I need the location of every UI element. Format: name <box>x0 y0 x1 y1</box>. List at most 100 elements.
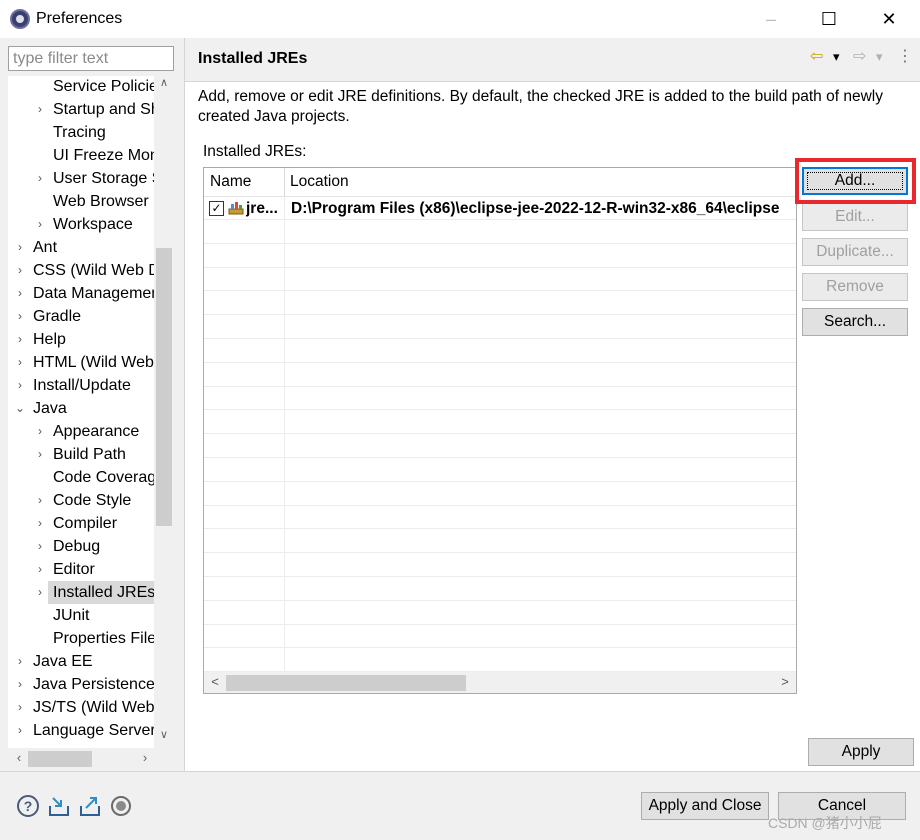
tree-item[interactable]: Tracing <box>48 121 154 144</box>
collapsed-chevron-icon[interactable]: › <box>14 650 26 673</box>
tree-item-label: Java Persistence <box>33 676 154 693</box>
scroll-down-arrow[interactable]: ∨ <box>154 728 174 745</box>
tree-item[interactable]: Properties Files Editor <box>48 627 154 650</box>
tree-item-label: JUnit <box>53 607 90 624</box>
record-icon[interactable] <box>109 794 133 818</box>
export-preferences-icon[interactable] <box>78 794 102 818</box>
tree-item[interactable]: HTML (Wild Web Developer) <box>28 351 154 374</box>
tree-item[interactable]: Web Browser <box>48 190 154 213</box>
minimize-button[interactable]: – <box>742 0 800 38</box>
collapsed-chevron-icon[interactable]: › <box>14 673 26 696</box>
close-button[interactable]: ✕ <box>860 0 918 38</box>
edit-jre-button[interactable]: Edit... <box>802 203 908 231</box>
collapsed-chevron-icon[interactable]: › <box>34 558 46 581</box>
tree-item[interactable]: Build Path <box>48 443 154 466</box>
tree-item[interactable]: CSS (Wild Web Developer) <box>28 259 154 282</box>
tree-item[interactable]: Appearance <box>48 420 154 443</box>
apply-button[interactable]: Apply <box>808 738 914 766</box>
collapsed-chevron-icon[interactable]: › <box>34 535 46 558</box>
collapsed-chevron-icon[interactable]: › <box>34 167 46 190</box>
remove-jre-button[interactable]: Remove <box>802 273 908 301</box>
tree-item[interactable]: Installed JREs <box>48 581 154 604</box>
tree-item-label: Installed JREs <box>53 584 154 601</box>
tree-item[interactable]: Startup and Shutdown <box>48 98 154 121</box>
jre-row-location[interactable]: D:\Program Files (x86)\eclipse-jee-2022-… <box>291 197 795 220</box>
forward-dropdown-icon[interactable]: ▾ <box>876 47 883 67</box>
tree-item[interactable]: Code Style <box>48 489 154 512</box>
collapsed-chevron-icon[interactable]: › <box>34 443 46 466</box>
scroll-up-arrow[interactable]: ∧ <box>154 76 174 93</box>
tree-item[interactable]: Help <box>28 328 154 351</box>
collapsed-chevron-icon[interactable]: › <box>34 489 46 512</box>
tree-item-label: Properties Files Editor <box>53 630 154 647</box>
tree-item[interactable]: Ant <box>28 236 154 259</box>
collapsed-chevron-icon[interactable]: › <box>34 581 46 604</box>
table-row-gridline <box>204 338 796 339</box>
collapsed-chevron-icon <box>34 627 46 650</box>
collapsed-chevron-icon[interactable]: › <box>14 696 26 719</box>
tree-item[interactable]: Gradle <box>28 305 154 328</box>
name-column-header[interactable]: Name <box>204 168 284 196</box>
tree-item-label: Service Policies <box>53 78 154 95</box>
tree-item[interactable]: Service Policies <box>48 76 154 98</box>
table-scroll-left-arrow[interactable]: < <box>206 673 224 691</box>
tree-item-label: Code Style <box>53 492 132 509</box>
tree-item[interactable]: Compiler <box>48 512 154 535</box>
collapsed-chevron-icon[interactable]: › <box>14 374 26 397</box>
collapsed-chevron-icon[interactable]: › <box>14 351 26 374</box>
forward-arrow-icon[interactable]: ⇨ <box>853 47 866 67</box>
tree-horizontal-scroll-thumb[interactable] <box>28 751 92 767</box>
tree-item[interactable]: JUnit <box>48 604 154 627</box>
tree-item[interactable]: Java EE <box>28 650 154 673</box>
collapsed-chevron-icon[interactable]: › <box>34 420 46 443</box>
tree-scroll-right-arrow[interactable]: › <box>136 750 154 768</box>
back-dropdown-icon[interactable]: ▾ <box>833 47 840 67</box>
collapsed-chevron-icon[interactable]: › <box>14 719 26 742</box>
tree-vertical-scrollbar[interactable]: ∧ ∨ <box>154 76 174 748</box>
maximize-button[interactable]: ☐ <box>800 0 858 38</box>
view-menu-icon[interactable]: ⋮ <box>897 47 913 67</box>
tree-item[interactable]: JS/TS (Wild Web Developer) <box>28 696 154 719</box>
tree-item[interactable]: Install/Update <box>28 374 154 397</box>
import-preferences-icon[interactable] <box>47 794 71 818</box>
tree-vertical-scroll-thumb[interactable] <box>156 248 172 526</box>
collapsed-chevron-icon[interactable]: › <box>14 305 26 328</box>
tree-item[interactable]: Code Coverage <box>48 466 154 489</box>
tree-item-label: Tracing <box>53 124 106 141</box>
collapsed-chevron-icon[interactable]: › <box>14 259 26 282</box>
window-title: Preferences <box>36 10 123 27</box>
table-horizontal-scroll-thumb[interactable] <box>226 675 466 691</box>
tree-item[interactable]: Debug <box>48 535 154 558</box>
collapsed-chevron-icon[interactable]: › <box>14 282 26 305</box>
tree-item[interactable]: UI Freeze Monitoring <box>48 144 154 167</box>
tree-item[interactable]: Java <box>28 397 154 420</box>
location-column-header[interactable]: Location <box>284 168 794 196</box>
header-column-divider[interactable] <box>284 168 285 196</box>
help-icon[interactable]: ? <box>16 794 40 818</box>
table-scroll-right-arrow[interactable]: > <box>776 673 794 691</box>
collapsed-chevron-icon[interactable]: › <box>34 512 46 535</box>
duplicate-jre-button[interactable]: Duplicate... <box>802 238 908 266</box>
tree-item[interactable]: Editor <box>48 558 154 581</box>
filter-input[interactable] <box>8 46 174 71</box>
collapsed-chevron-icon[interactable]: › <box>14 236 26 259</box>
search-jre-button[interactable]: Search... <box>802 308 908 336</box>
collapsed-chevron-icon[interactable]: › <box>34 213 46 236</box>
collapsed-chevron-icon[interactable]: › <box>34 98 46 121</box>
tree-item[interactable]: Workspace <box>48 213 154 236</box>
add-jre-button[interactable]: Add... <box>802 167 908 195</box>
collapsed-chevron-icon[interactable]: › <box>14 328 26 351</box>
back-arrow-icon[interactable]: ⇦ <box>810 47 823 67</box>
jre-row-name[interactable]: jre... <box>246 197 282 220</box>
tree-item[interactable]: User Storage Service <box>48 167 154 190</box>
table-horizontal-scrollbar[interactable]: < > <box>204 672 796 693</box>
apply-and-close-button[interactable]: Apply and Close <box>641 792 769 820</box>
tree-item[interactable]: Java Persistence <box>28 673 154 696</box>
tree-horizontal-scrollbar[interactable]: ‹ › <box>8 748 174 770</box>
tree-item[interactable]: Data Management <box>28 282 154 305</box>
jre-row-checkbox[interactable]: ✓ <box>209 201 224 216</box>
tree-item[interactable]: Language Servers <box>28 719 154 742</box>
tree-scroll-left-arrow[interactable]: ‹ <box>10 750 28 768</box>
expanded-chevron-icon[interactable]: ⌄ <box>14 397 26 420</box>
tree-item-label: Build Path <box>53 446 126 463</box>
